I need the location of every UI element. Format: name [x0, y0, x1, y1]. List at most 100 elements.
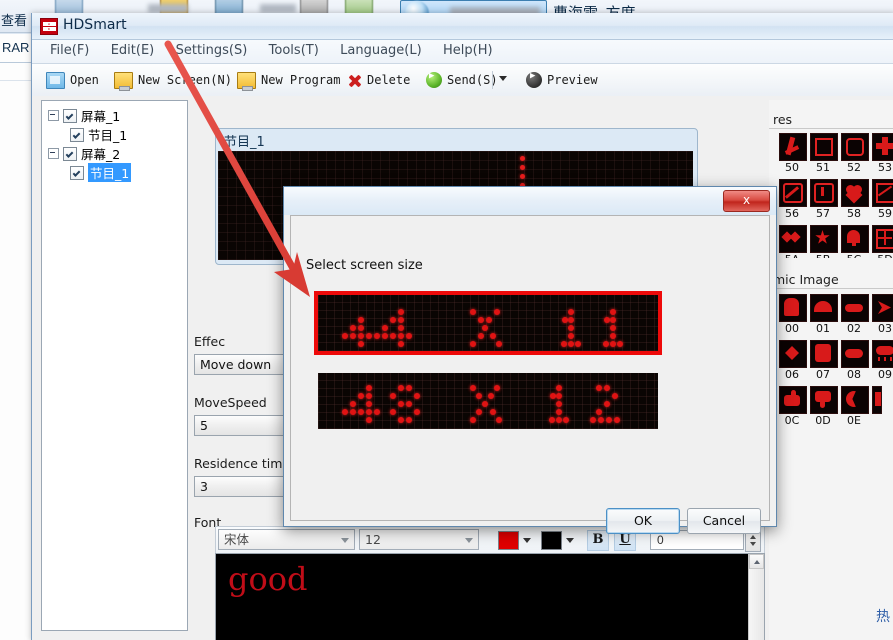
dialog-titlebar: x — [284, 187, 776, 215]
led-dot — [476, 393, 482, 399]
gallery-code: 0E — [847, 414, 861, 427]
led-dot — [382, 325, 388, 331]
menubar: File(F) Edit(E) Settings(S) Tools(T) Lan… — [32, 40, 893, 64]
tree-node-label: 节目_1 — [88, 128, 128, 143]
led-dot — [606, 417, 612, 423]
gallery-cell-58[interactable] — [841, 179, 869, 207]
gallery-cell-52[interactable] — [841, 133, 869, 161]
gallery-cell-d06[interactable] — [779, 340, 807, 368]
tree-node-program-1-b-selected[interactable]: 节目_1 — [70, 163, 132, 182]
gallery-cell-d0D[interactable] — [810, 386, 838, 414]
gallery-cell-5C[interactable] — [841, 225, 869, 253]
gallery-code: 09 — [878, 368, 892, 381]
tree-checkbox[interactable] — [70, 127, 84, 142]
menu-edit[interactable]: Edit(E) — [102, 40, 164, 61]
gallery-code: 03 — [878, 322, 892, 335]
toolbar-preview-button[interactable]: Preview — [526, 69, 598, 91]
hot-label: 热 — [876, 609, 890, 625]
gallery-code: 02 — [847, 322, 861, 335]
toolbar-delete-button[interactable]: Delete — [347, 69, 410, 91]
arrow-icon — [878, 301, 891, 314]
toolbar-new-program-button[interactable]: New Program — [237, 69, 340, 91]
font-family-select[interactable]: 宋体 — [218, 529, 355, 550]
cancel-button[interactable]: Cancel — [687, 508, 761, 534]
screen-size-option-48x12[interactable]: 48 X 12 — [318, 373, 658, 429]
gallery-cell-50[interactable] — [779, 133, 807, 161]
gallery-cell-d0E[interactable] — [841, 386, 869, 414]
editor-scrollbar[interactable] — [748, 554, 764, 640]
ok-button[interactable]: OK — [606, 508, 680, 534]
toolbar-send-label: Send(S) — [447, 73, 498, 87]
chevron-down-icon[interactable] — [523, 537, 531, 543]
tree-node-program-1-a[interactable]: 节目_1 — [70, 126, 127, 143]
menu-language[interactable]: Language(L) — [331, 40, 431, 61]
gallery-cell-59[interactable] — [872, 179, 893, 207]
led-dot — [398, 333, 404, 339]
screen-size-option-44x11[interactable]: 44 X 11 — [314, 291, 662, 355]
rounded-square-icon — [846, 138, 864, 156]
gallery-cell-d00[interactable] — [779, 294, 807, 322]
play-circle-icon — [526, 71, 542, 88]
gallery-cell-57[interactable] — [810, 179, 838, 207]
gallery-cell-d03[interactable] — [872, 294, 893, 322]
fore-color-button[interactable] — [498, 530, 531, 550]
tree-checkbox[interactable] — [63, 146, 77, 161]
gallery-code: 08 — [847, 368, 861, 381]
toolbar-new-program-label: New Program — [261, 73, 341, 87]
chevron-down-icon[interactable] — [566, 537, 574, 543]
gallery-cell-partial[interactable] — [872, 386, 882, 414]
expander-collapse-icon[interactable] — [48, 110, 59, 121]
program-text-editor[interactable]: good — [215, 553, 765, 640]
gallery-cell-d0C[interactable] — [779, 386, 807, 414]
led-dot — [486, 317, 492, 323]
gallery-cell-d09[interactable] — [872, 340, 893, 368]
gallery-cell-53[interactable] — [872, 133, 893, 161]
tree-checkbox[interactable] — [70, 165, 84, 180]
gallery-cell-d07[interactable] — [810, 340, 838, 368]
led-dot — [556, 393, 562, 399]
menu-tools[interactable]: Tools(T) — [260, 40, 328, 61]
scroll-up-icon[interactable] — [749, 554, 764, 569]
background-blurred-label-3 — [260, 4, 296, 13]
led-dot — [382, 333, 388, 339]
led-dot — [596, 409, 602, 415]
close-icon[interactable]: x — [723, 190, 770, 212]
gallery-cell-51[interactable] — [810, 133, 838, 161]
font-size-select[interactable]: 12 — [359, 529, 479, 550]
pictures-section-header: res — [769, 112, 893, 129]
bold-button[interactable]: B — [587, 530, 609, 551]
tree-node-screen-2[interactable]: 屏幕_2 — [48, 145, 120, 162]
thumbs-down-thumb — [820, 400, 825, 408]
gallery-cell-5D[interactable] — [872, 225, 893, 253]
menu-settings[interactable]: Settings(S) — [167, 40, 257, 61]
rewind-icon-b — [789, 231, 801, 243]
expander-collapse-icon[interactable] — [48, 148, 59, 159]
background-rar-label: RAR — [2, 40, 30, 55]
gallery-code: 59 — [878, 207, 892, 220]
gallery-cell-5B[interactable] — [810, 225, 838, 253]
led-dot — [398, 401, 404, 407]
menu-help[interactable]: Help(H) — [434, 40, 502, 61]
toolbar-new-screen-button[interactable]: New Screen(N) — [114, 69, 232, 91]
tree-node-screen-1[interactable]: 屏幕_1 — [48, 107, 120, 124]
toolbar-send-button[interactable]: Send(S) — [426, 69, 498, 91]
gallery-cell-d08[interactable] — [841, 340, 869, 368]
toolbar-open-button[interactable]: Open — [46, 69, 99, 91]
tree-checkbox[interactable] — [63, 108, 77, 123]
send-dropdown-arrow-icon[interactable] — [499, 76, 507, 81]
led-dot — [563, 417, 569, 423]
gallery-cell-d02[interactable] — [841, 294, 869, 322]
led-dot — [358, 409, 364, 415]
gallery-code: 56 — [785, 207, 799, 220]
back-color-button[interactable] — [541, 530, 574, 550]
grid-icon-h — [877, 237, 892, 239]
menu-file[interactable]: File(F) — [41, 40, 98, 61]
gallery-cell-d01[interactable] — [810, 294, 838, 322]
gallery-cell-56[interactable] — [779, 179, 807, 207]
gallery-cell-5A[interactable] — [779, 225, 807, 253]
led-dot — [366, 417, 372, 423]
font-family-value: 宋体 — [224, 532, 250, 547]
screen-tree-panel[interactable]: 屏幕_1 节目_1 屏幕_2 节目_1 — [41, 100, 188, 631]
led-dot — [568, 317, 574, 323]
led-dot — [390, 409, 396, 415]
